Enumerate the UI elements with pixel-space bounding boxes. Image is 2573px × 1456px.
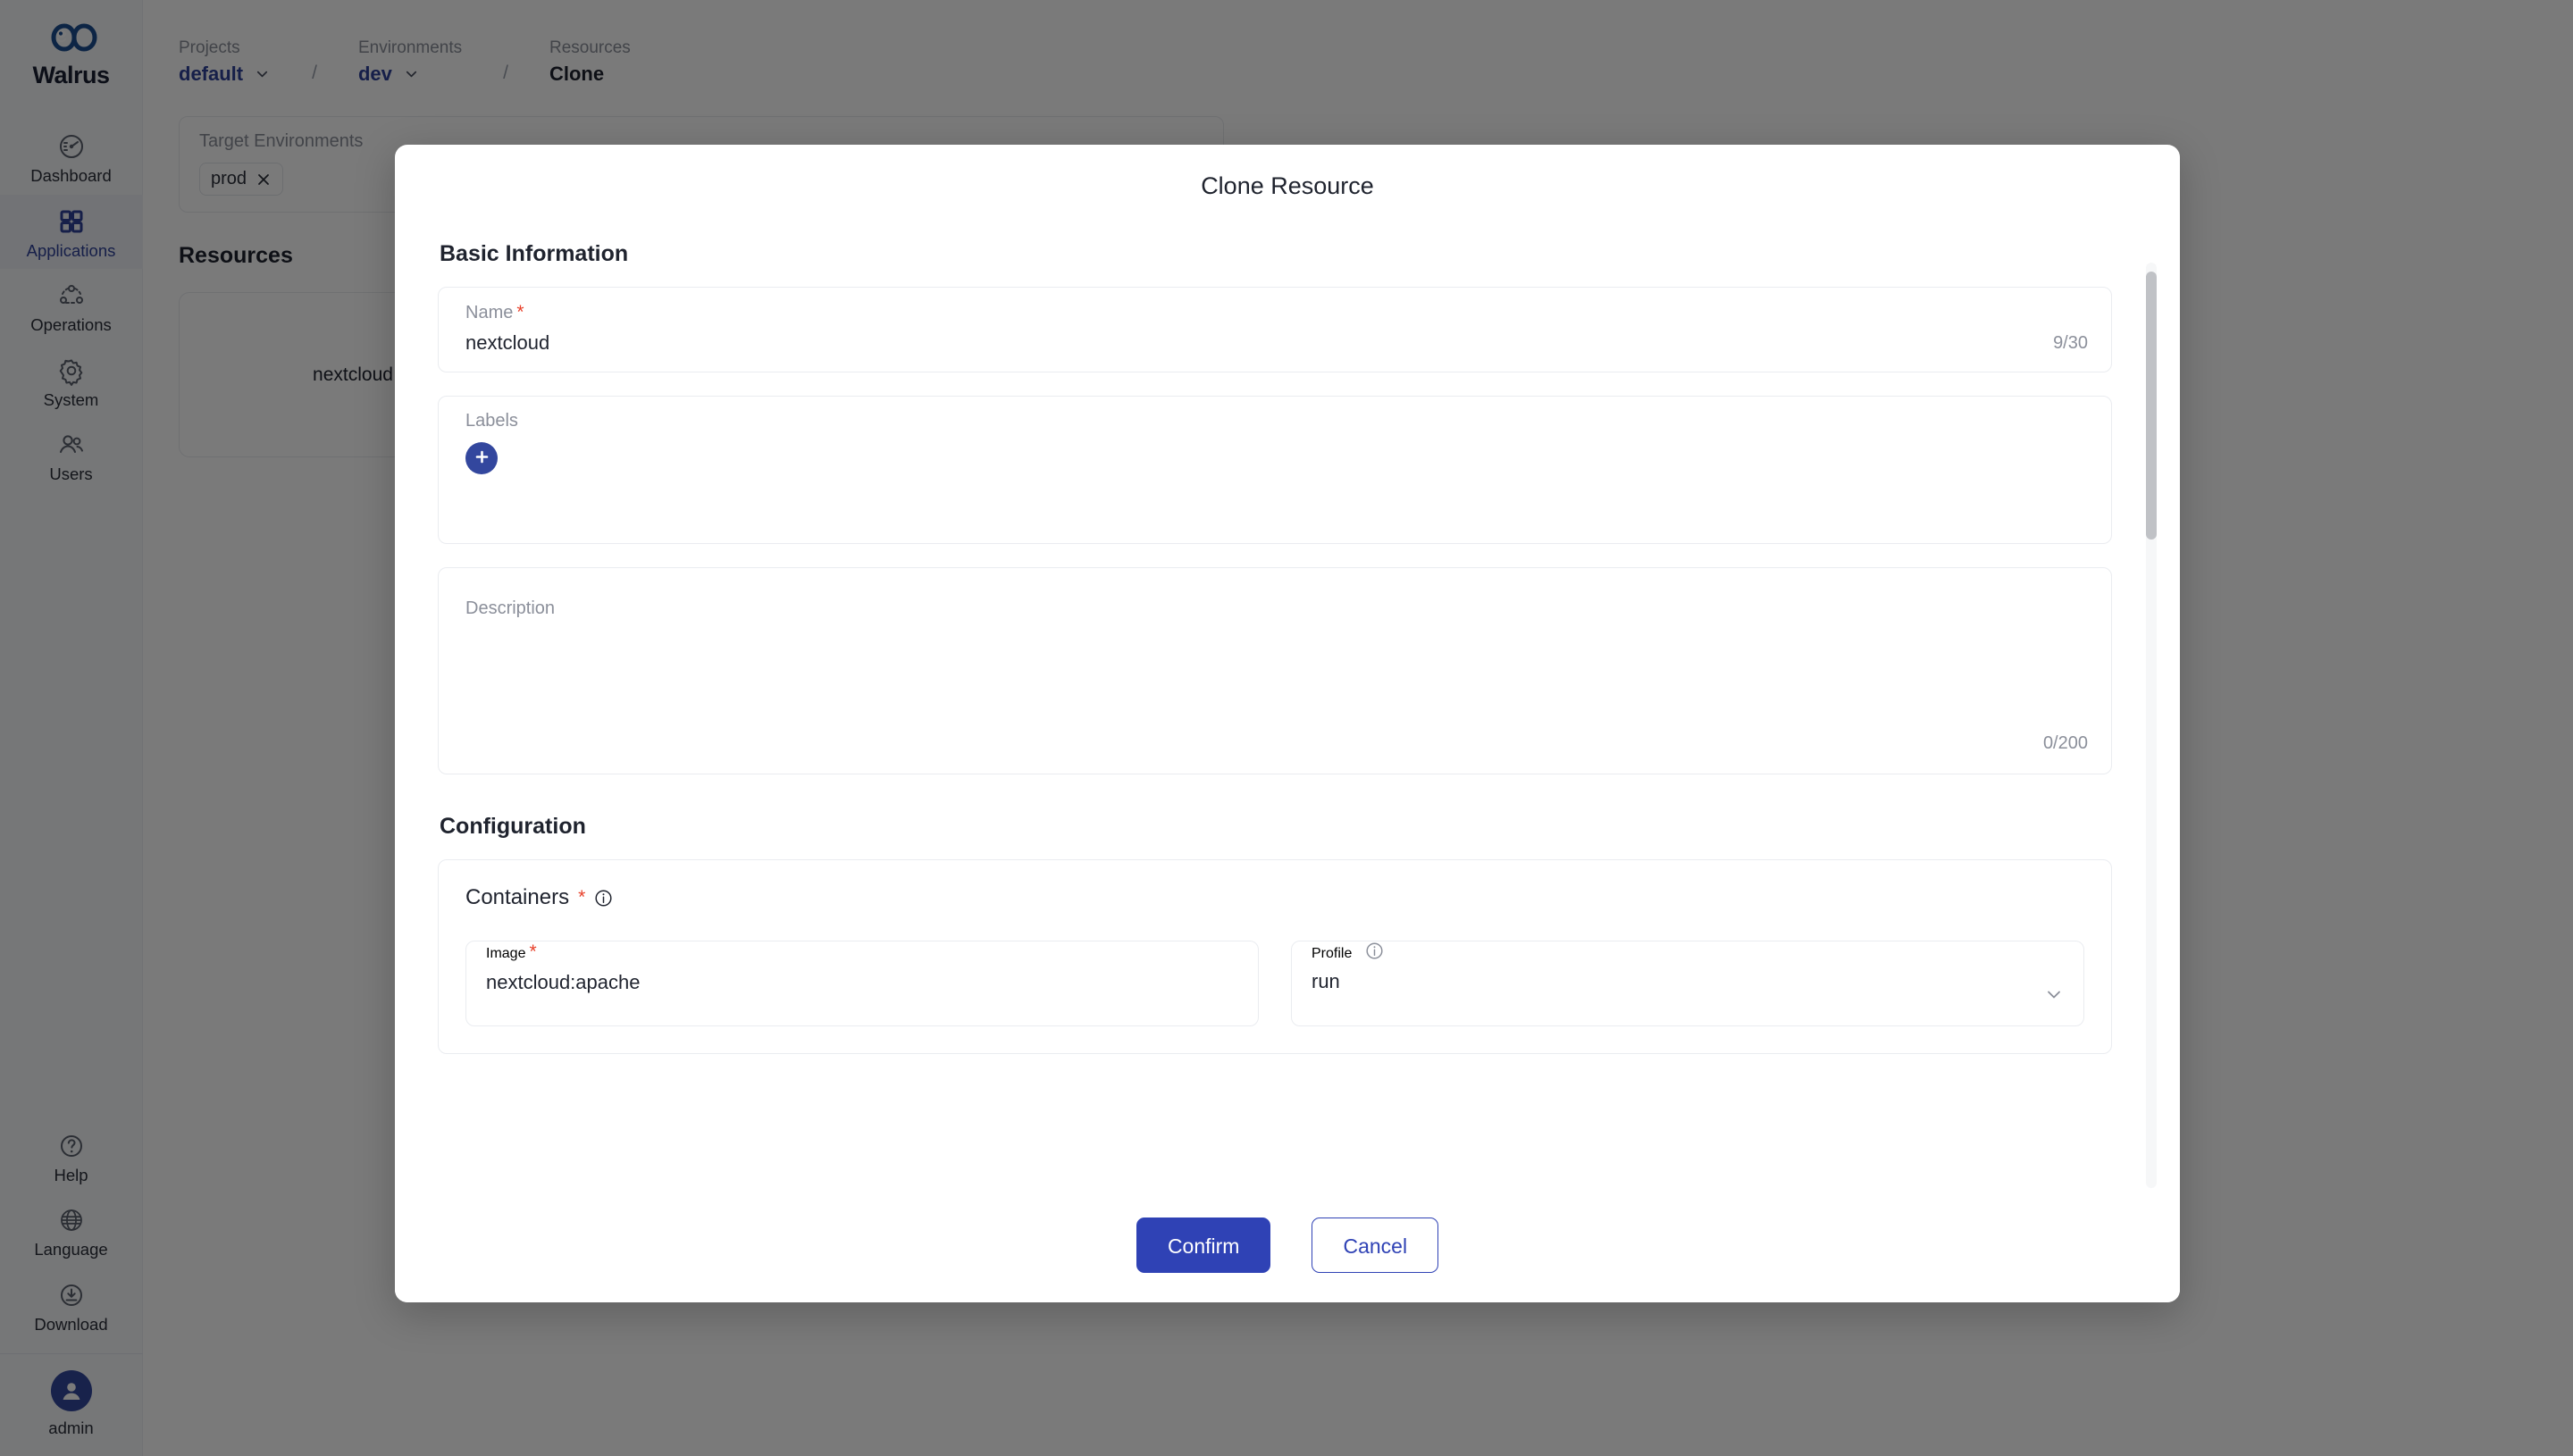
info-circle-icon[interactable] — [1362, 941, 1384, 960]
name-input[interactable]: nextcloud — [439, 323, 2111, 371]
image-field-label: Image * — [486, 941, 537, 962]
clone-resource-dialog: Clone Resource Basic Information Name * n… — [395, 145, 2180, 1302]
profile-select-value[interactable]: run — [1292, 962, 2083, 993]
confirm-button[interactable]: Confirm — [1136, 1218, 1271, 1273]
name-field-label: Name * — [465, 302, 524, 322]
image-input[interactable]: nextcloud:apache — [466, 963, 1258, 994]
required-asterisk: * — [529, 941, 537, 962]
image-field[interactable]: Image * nextcloud:apache — [465, 941, 1259, 1026]
dialog-body: Basic Information Name * nextcloud 9/30 L… — [395, 227, 2180, 1188]
chevron-down-icon[interactable] — [2044, 984, 2064, 1004]
description-field[interactable]: Description 0/200 — [438, 567, 2112, 774]
labels-field: Labels — [438, 396, 2112, 544]
dialog-footer: Confirm Cancel — [395, 1188, 2180, 1302]
profile-field[interactable]: Profile run — [1291, 941, 2084, 1026]
configuration-heading: Configuration — [440, 814, 586, 839]
description-char-counter: 0/200 — [2042, 733, 2088, 753]
containers-label-row: Containers * — [465, 885, 2084, 910]
info-circle-icon[interactable] — [591, 889, 613, 908]
image-field-col: Image * nextcloud:apache — [465, 941, 1259, 1026]
plus-icon — [474, 448, 490, 468]
dialog-scrollbar-thumb[interactable] — [2146, 272, 2157, 540]
profile-field-label: Profile — [1292, 932, 1384, 961]
add-label-button[interactable] — [465, 442, 498, 474]
required-asterisk: * — [516, 302, 524, 322]
description-placeholder: Description — [465, 598, 556, 618]
container-fields-row: Image * nextcloud:apache Profile run — [465, 941, 2084, 1026]
labels-field-label: Labels — [465, 411, 518, 431]
dialog-scrollbar-track[interactable] — [2146, 263, 2157, 1188]
name-char-counter: 9/30 — [2053, 333, 2088, 353]
dialog-scroll-area: Basic Information Name * nextcloud 9/30 L… — [395, 227, 2180, 1188]
required-asterisk: * — [578, 887, 586, 908]
profile-field-col: Profile run — [1291, 941, 2084, 1026]
name-field[interactable]: Name * nextcloud 9/30 — [438, 287, 2112, 372]
dialog-title: Clone Resource — [1201, 172, 1374, 199]
basic-information-heading: Basic Information — [440, 241, 629, 266]
cancel-button[interactable]: Cancel — [1312, 1218, 1439, 1273]
containers-card: Containers * Image * nextcloud:apache Pr… — [438, 859, 2112, 1054]
containers-label: Containers — [465, 885, 570, 909]
